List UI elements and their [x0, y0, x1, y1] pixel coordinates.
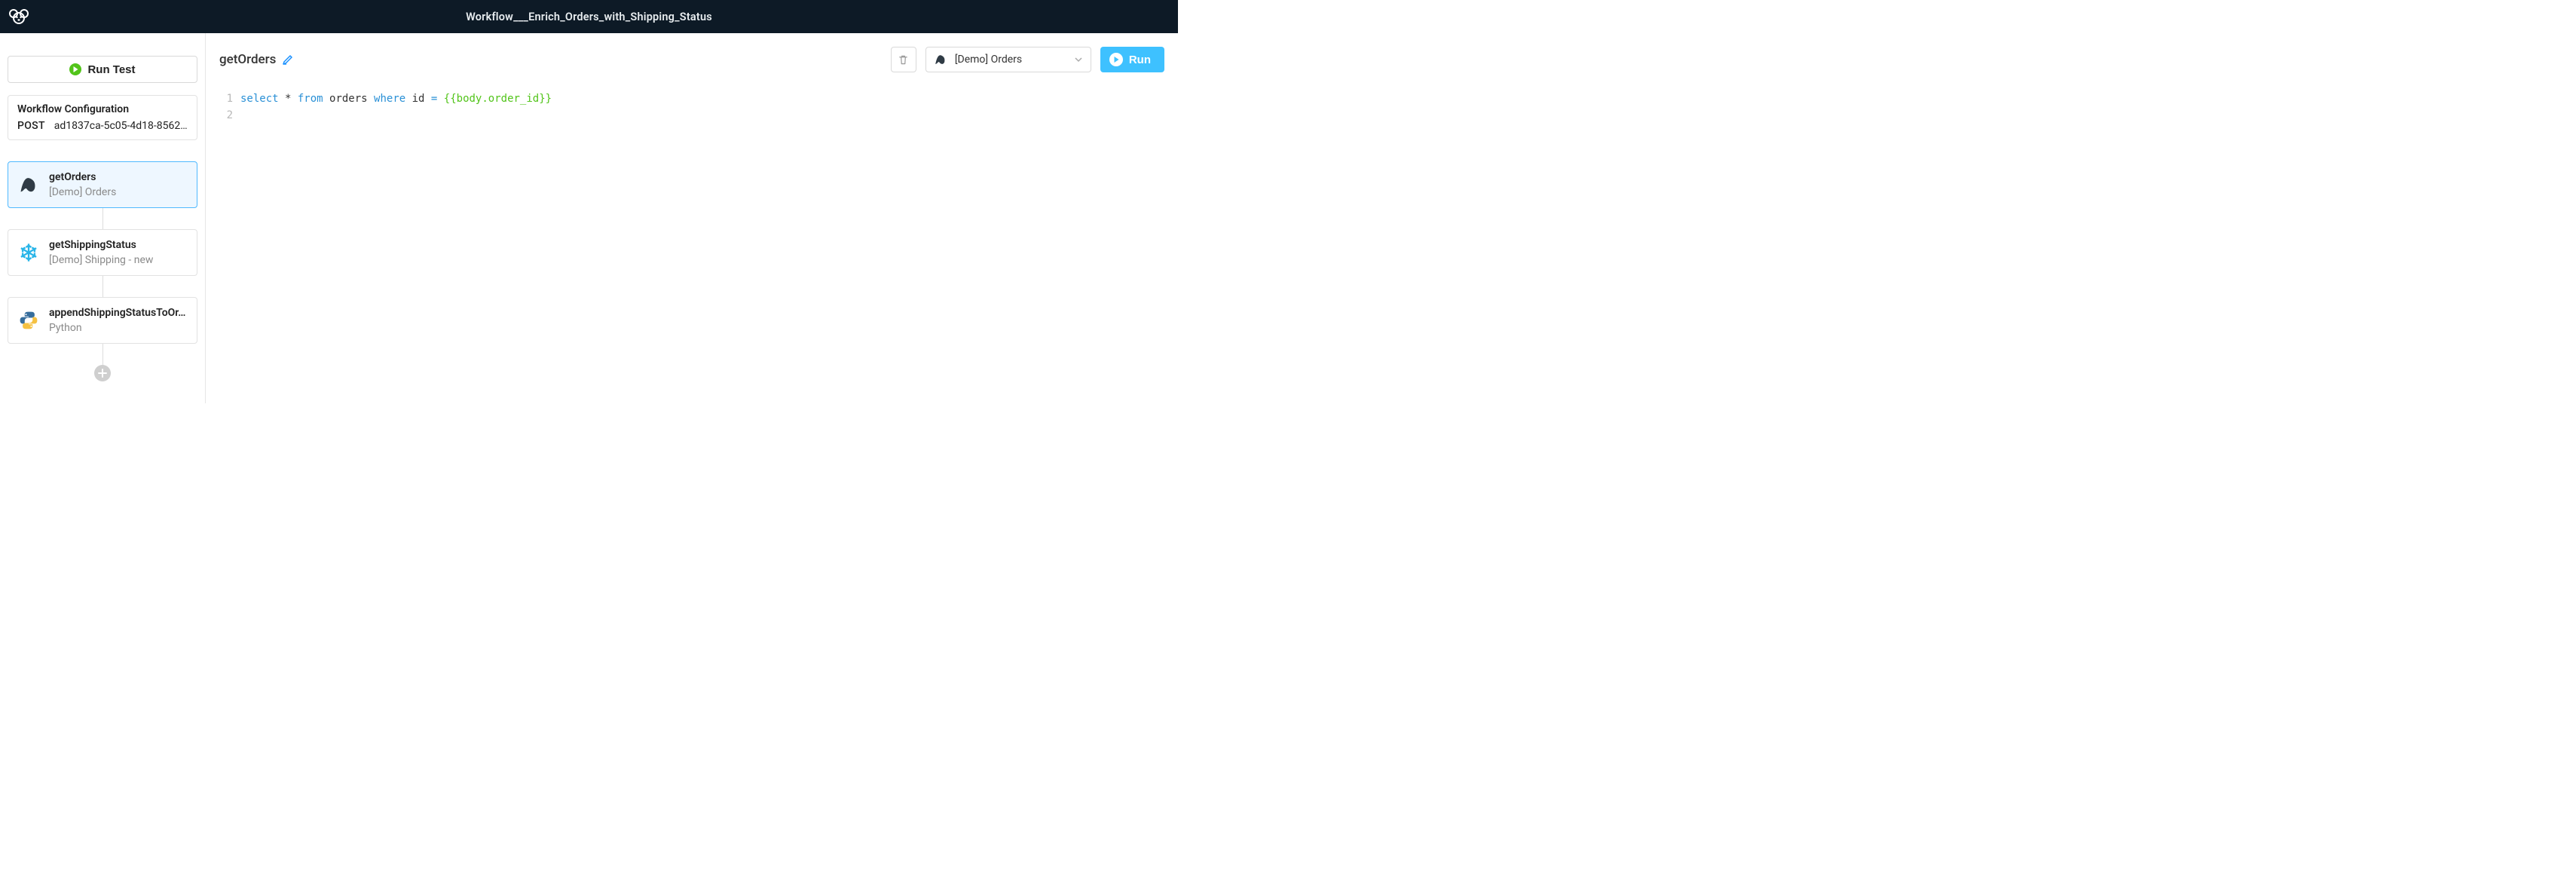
- step-subtitle: [Demo] Shipping - new: [49, 254, 153, 266]
- chevron-down-icon: [1074, 55, 1083, 64]
- delete-button[interactable]: [891, 47, 916, 72]
- step-list: getOrders [Demo] Orders getShippingStatus […: [8, 161, 197, 381]
- run-test-button[interactable]: Run Test: [8, 56, 197, 83]
- step-connector: [102, 344, 103, 365]
- run-button-label: Run: [1129, 54, 1151, 66]
- content-header: getOrders [Demo] Ord: [206, 33, 1178, 83]
- step-connector: [102, 208, 103, 229]
- run-test-label: Run Test: [87, 63, 135, 76]
- step-card-appendshippingstatustoor-[interactable]: appendShippingStatusToOr… Python: [8, 297, 197, 344]
- snowflake-icon: [17, 241, 40, 264]
- postgres-icon: [17, 173, 40, 196]
- code-content[interactable]: select * from orders where id = {{body.o…: [240, 90, 552, 390]
- step-card-getshippingstatus[interactable]: getShippingStatus [Demo] Shipping - new: [8, 229, 197, 276]
- trash-icon: [898, 54, 909, 66]
- step-card-getorders[interactable]: getOrders [Demo] Orders: [8, 161, 197, 208]
- resource-select[interactable]: [Demo] Orders: [925, 47, 1091, 72]
- page-title: Workflow___Enrich_Orders_with_Shipping_S…: [466, 11, 712, 23]
- step-name-header: getOrders: [219, 52, 294, 67]
- workflow-id: ad1837ca-5c05-4d18-8562-…: [54, 120, 188, 132]
- resource-selected-label: [Demo] Orders: [955, 54, 1066, 66]
- code-editor[interactable]: 12 select * from orders where id = {{bod…: [206, 83, 1178, 403]
- step-name: appendShippingStatusToOr…: [49, 307, 185, 319]
- sidebar: Run Test Workflow Configuration POST ad1…: [0, 33, 206, 403]
- topbar: Workflow___Enrich_Orders_with_Shipping_S…: [0, 0, 1178, 33]
- step-name-text: getOrders: [219, 52, 276, 67]
- http-method: POST: [17, 120, 45, 132]
- play-icon: [69, 63, 81, 75]
- add-step-button[interactable]: [94, 365, 111, 381]
- app-logo: [8, 8, 30, 26]
- python-icon: [17, 309, 40, 332]
- line-gutter: 12: [219, 90, 240, 390]
- step-connector: [102, 276, 103, 297]
- step-name: getOrders: [49, 171, 116, 183]
- main-area: Run Test Workflow Configuration POST ad1…: [0, 33, 1178, 403]
- workflow-config-title: Workflow Configuration: [17, 103, 188, 115]
- play-icon: [1109, 53, 1123, 66]
- workflow-config-card[interactable]: Workflow Configuration POST ad1837ca-5c0…: [8, 95, 197, 140]
- edit-name-button[interactable]: [282, 54, 294, 66]
- run-button[interactable]: Run: [1100, 47, 1164, 72]
- content-pane: getOrders [Demo] Ord: [206, 33, 1178, 403]
- step-subtitle: Python: [49, 322, 185, 334]
- step-subtitle: [Demo] Orders: [49, 186, 116, 198]
- step-name: getShippingStatus: [49, 239, 153, 251]
- workflow-config-row: POST ad1837ca-5c05-4d18-8562-…: [17, 120, 188, 132]
- postgres-icon: [934, 53, 947, 66]
